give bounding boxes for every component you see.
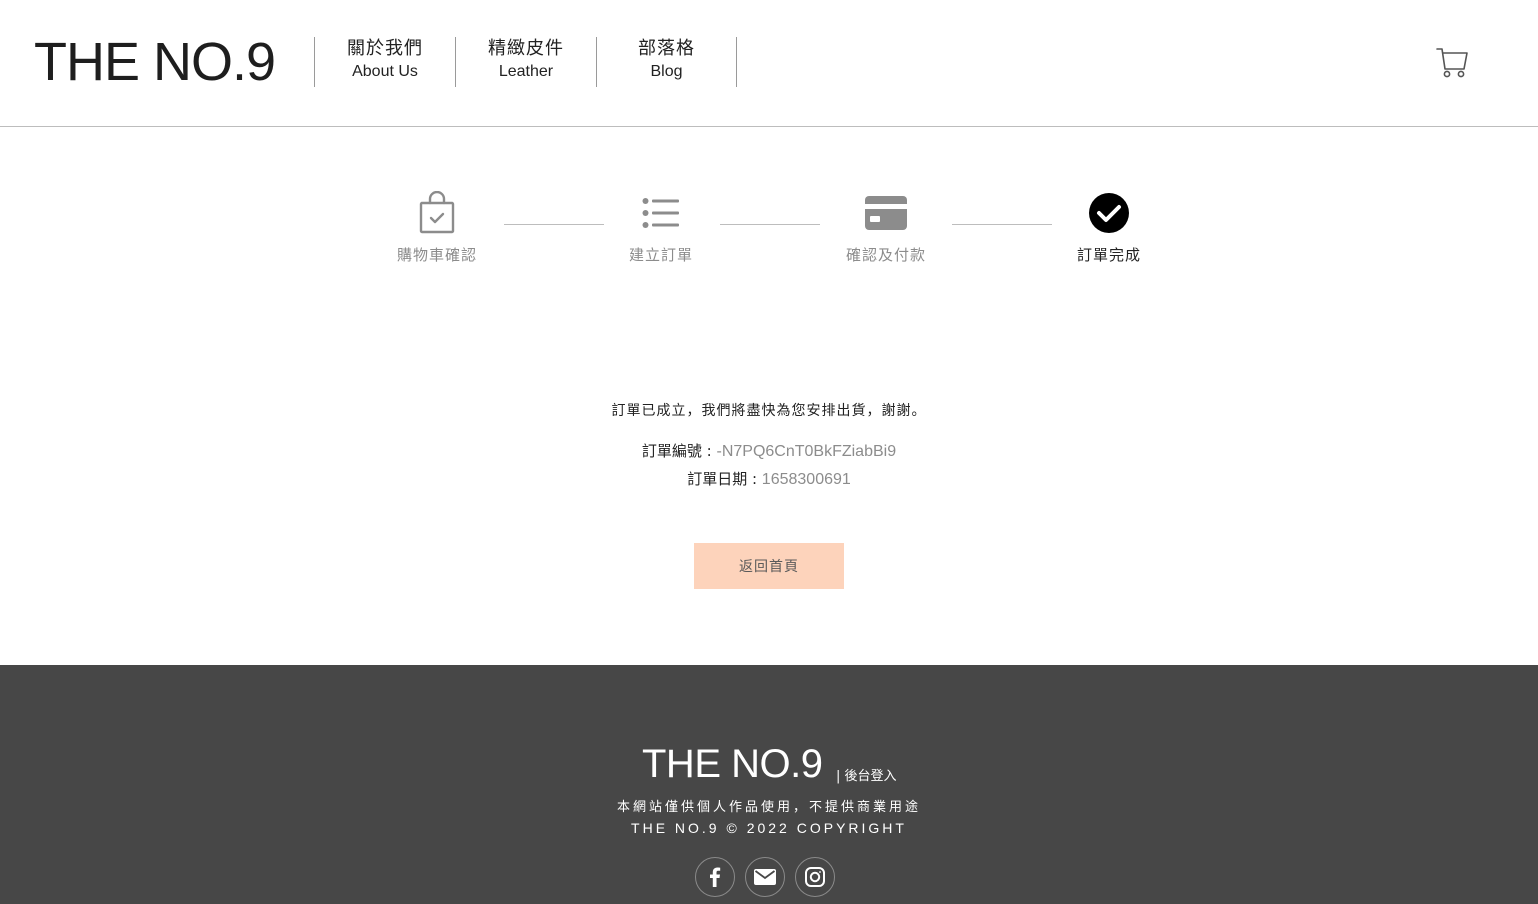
- shopping-bag-check-icon: [387, 190, 487, 236]
- order-date-label: 訂單日期 :: [687, 470, 762, 488]
- step-connector: [504, 224, 604, 225]
- step-label: 訂單完成: [1076, 246, 1141, 264]
- step-order-complete: 訂單完成: [1059, 190, 1159, 265]
- main-nav: 關於我們 About Us 精緻皮件 Leather 部落格 Blog: [314, 37, 737, 87]
- order-number-value: -N7PQ6CnT0BkFZiabBi9: [716, 443, 897, 460]
- nav-item-blog[interactable]: 部落格 Blog: [596, 37, 737, 87]
- step-confirm-payment: 確認及付款: [836, 190, 936, 265]
- step-connector: [720, 224, 820, 225]
- credit-card-icon: [836, 190, 936, 236]
- order-number-label: 訂單編號 :: [641, 442, 717, 460]
- facebook-icon[interactable]: [695, 857, 735, 897]
- site-footer: THE NO.9 | 後台登入 本網站僅供個人作品使用，不提供商業用途 THE …: [0, 665, 1538, 904]
- order-number: 訂單編號 : -N7PQ6CnT0BkFZiabBi9: [0, 440, 1538, 461]
- cart-icon[interactable]: [1434, 44, 1470, 80]
- step-connector: [952, 224, 1052, 225]
- order-date-value: 1658300691: [761, 471, 851, 488]
- step-cart-confirm: 購物車確認: [387, 190, 487, 265]
- check-circle-icon: [1059, 190, 1159, 236]
- nav-item-leather[interactable]: 精緻皮件 Leather: [455, 37, 596, 87]
- instagram-icon[interactable]: [795, 857, 835, 897]
- back-home-button[interactable]: 返回首頁: [694, 543, 844, 589]
- step-label: 確認及付款: [845, 246, 926, 264]
- nav-item-label-en: Blog: [650, 63, 683, 80]
- order-success-message: 訂單已成立，我們將盡快為您安排出貨，謝謝。: [611, 403, 927, 419]
- order-date: 訂單日期 : 1658300691: [0, 468, 1538, 489]
- admin-login-link[interactable]: | 後台登入: [836, 765, 897, 784]
- nav-item-label-en: About Us: [352, 63, 418, 80]
- site-logo[interactable]: THE NO.9: [34, 32, 276, 92]
- email-icon[interactable]: [745, 857, 785, 897]
- nav-item-label-zh: 精緻皮件: [488, 38, 564, 59]
- footer-logo[interactable]: THE NO.9: [642, 741, 823, 787]
- nav-item-about[interactable]: 關於我們 About Us: [314, 37, 455, 87]
- nav-item-label-zh: 部落格: [638, 38, 695, 59]
- step-create-order: 建立訂單: [611, 190, 711, 265]
- site-header: THE NO.9 關於我們 About Us 精緻皮件 Leather 部落格 …: [0, 0, 1538, 127]
- footer-note: 本網站僅供個人作品使用，不提供商業用途: [616, 800, 921, 815]
- nav-item-label-zh: 關於我們: [347, 38, 423, 59]
- step-label: 購物車確認: [396, 246, 477, 264]
- list-icon: [611, 190, 711, 236]
- footer-copyright: THE NO.9 © 2022 COPYRIGHT: [631, 820, 907, 836]
- nav-item-label-en: Leather: [498, 63, 554, 80]
- step-label: 建立訂單: [628, 246, 693, 264]
